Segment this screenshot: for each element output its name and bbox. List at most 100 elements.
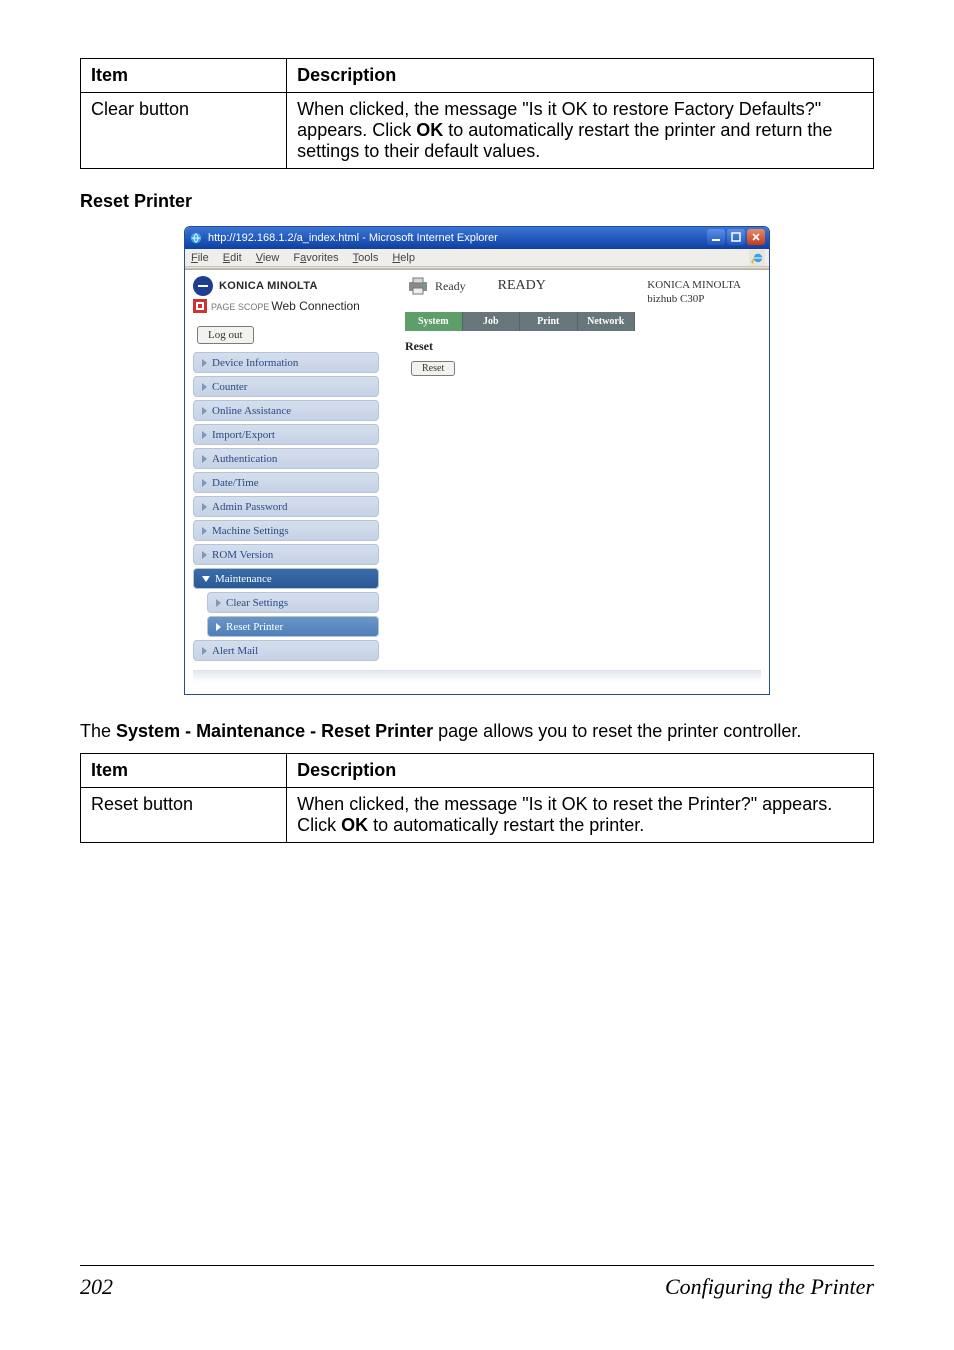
sidebar-item-authentication[interactable]: Authentication xyxy=(193,448,379,469)
th-item: Item xyxy=(81,754,287,788)
sidebar-item-machine-settings[interactable]: Machine Settings xyxy=(193,520,379,541)
km-globe-icon xyxy=(193,276,213,296)
tab-label: Print xyxy=(537,316,559,327)
th-item: Item xyxy=(81,59,287,93)
status-value: READY xyxy=(498,278,546,294)
status-area: Ready READY xyxy=(407,276,546,296)
page-number: 202 xyxy=(80,1274,113,1300)
sidebar-item-reset-printer[interactable]: Reset Printer xyxy=(207,616,379,637)
reset-button[interactable]: Reset xyxy=(411,361,455,376)
content-footer-gradient xyxy=(193,670,761,682)
sidebar-item-maintenance[interactable]: Maintenance xyxy=(193,568,379,589)
km-logo-text: KONICA MINOLTA xyxy=(219,280,318,292)
page-title: Configuring the Printer xyxy=(665,1274,874,1300)
screenshot: http://192.168.1.2/a_index.html - Micros… xyxy=(80,226,874,695)
chevron-right-icon xyxy=(202,479,207,487)
sidebar-item-label: Reset Printer xyxy=(226,621,283,633)
model-line2: bizhub C30P xyxy=(647,293,741,307)
ie-logo-icon xyxy=(749,250,765,266)
browser-content: KONICA MINOLTA PAGE SCOPEWeb Connection xyxy=(185,270,769,694)
chevron-right-icon xyxy=(202,431,207,439)
table-clear: Item Description Clear button When click… xyxy=(80,58,874,169)
model-line1: KONICA MINOLTA xyxy=(647,279,741,293)
menu-view[interactable]: View xyxy=(256,252,280,264)
chevron-right-icon xyxy=(202,647,207,655)
window-title: http://192.168.1.2/a_index.html - Micros… xyxy=(208,232,498,244)
tab-print[interactable]: Print xyxy=(520,312,578,331)
tab-job[interactable]: Job xyxy=(463,312,521,331)
chevron-down-icon xyxy=(202,576,210,582)
maximize-button[interactable] xyxy=(727,229,745,245)
pagescope-text: PAGE SCOPEWeb Connection xyxy=(211,299,360,313)
tab-label: Job xyxy=(483,316,499,327)
status-label: Ready xyxy=(435,279,466,294)
sidebar-item-label: Online Assistance xyxy=(212,405,291,417)
sidebar-item-label: Counter xyxy=(212,381,247,393)
th-desc: Description xyxy=(287,59,874,93)
page-footer: 202 Configuring the Printer xyxy=(80,1274,874,1300)
titlebar: http://192.168.1.2/a_index.html - Micros… xyxy=(185,227,769,249)
tab-system[interactable]: System xyxy=(405,312,463,331)
table-row: Reset button When clicked, the message "… xyxy=(81,788,874,843)
logout-button[interactable]: Log out xyxy=(197,326,254,344)
sidebar-item-device-information[interactable]: Device Information xyxy=(193,352,379,373)
menu-bar: File Edit View Favorites Tools Help xyxy=(185,249,769,267)
chevron-right-icon xyxy=(216,623,221,631)
close-button[interactable] xyxy=(747,229,765,245)
menu-fav[interactable]: Favorites xyxy=(293,252,338,264)
tab-label: Network xyxy=(587,316,624,327)
sidebar-item-label: Device Information xyxy=(212,357,298,369)
tab-bar: System Job Print Network xyxy=(405,312,635,331)
cell-desc: When clicked, the message "Is it OK to r… xyxy=(287,93,874,169)
sidebar-item-label: Clear Settings xyxy=(226,597,288,609)
menu-file[interactable]: File xyxy=(191,252,209,264)
sidebar-item-counter[interactable]: Counter xyxy=(193,376,379,397)
sidebar-item-clear-settings[interactable]: Clear Settings xyxy=(207,592,379,613)
chevron-right-icon xyxy=(202,383,207,391)
sidebar-item-label: ROM Version xyxy=(212,549,273,561)
sidebar-item-rom-version[interactable]: ROM Version xyxy=(193,544,379,565)
tab-network[interactable]: Network xyxy=(578,312,636,331)
panel-title: Reset xyxy=(405,339,761,354)
page-rule xyxy=(80,1265,874,1266)
th-desc: Description xyxy=(287,754,874,788)
sidebar-item-online-assistance[interactable]: Online Assistance xyxy=(193,400,379,421)
sidebar-item-admin-password[interactable]: Admin Password xyxy=(193,496,379,517)
km-logo: KONICA MINOLTA xyxy=(193,276,379,296)
sidebar-item-label: Machine Settings xyxy=(212,525,289,537)
tab-label: System xyxy=(418,316,449,327)
chevron-right-icon xyxy=(202,359,207,367)
pagescope-icon xyxy=(193,299,207,313)
chevron-right-icon xyxy=(202,503,207,511)
printer-icon xyxy=(407,276,429,296)
minimize-button[interactable] xyxy=(707,229,725,245)
table-row: Clear button When clicked, the message "… xyxy=(81,93,874,169)
sidebar-item-import-export[interactable]: Import/Export xyxy=(193,424,379,445)
chevron-right-icon xyxy=(202,455,207,463)
pagescope-logo: PAGE SCOPEWeb Connection xyxy=(193,299,379,313)
intro-text: The System - Maintenance - Reset Printer… xyxy=(80,719,874,743)
chevron-right-icon xyxy=(202,527,207,535)
sidebar-item-alert-mail[interactable]: Alert Mail xyxy=(193,640,379,661)
window-buttons xyxy=(707,229,765,245)
section-heading: Reset Printer xyxy=(80,191,874,212)
sidebar-item-date-time[interactable]: Date/Time xyxy=(193,472,379,493)
ie-icon xyxy=(189,231,203,245)
sidebar: Device Information Counter Online Assist… xyxy=(193,352,379,661)
sidebar-item-label: Authentication xyxy=(212,453,277,465)
sidebar-item-label: Import/Export xyxy=(212,429,275,441)
chevron-right-icon xyxy=(202,551,207,559)
sidebar-item-label: Maintenance xyxy=(215,573,272,585)
menu-help[interactable]: Help xyxy=(392,252,415,264)
chevron-right-icon xyxy=(202,407,207,415)
ie-window: http://192.168.1.2/a_index.html - Micros… xyxy=(184,226,770,695)
menu-edit[interactable]: Edit xyxy=(223,252,242,264)
menu-tools[interactable]: Tools xyxy=(353,252,379,264)
cell-item: Clear button xyxy=(81,93,287,169)
cell-item: Reset button xyxy=(81,788,287,843)
sidebar-item-label: Alert Mail xyxy=(212,645,258,657)
model-info: KONICA MINOLTA bizhub C30P xyxy=(647,276,741,307)
table-reset: Item Description Reset button When click… xyxy=(80,753,874,843)
sidebar-item-label: Date/Time xyxy=(212,477,259,489)
cell-desc: When clicked, the message "Is it OK to r… xyxy=(287,788,874,843)
